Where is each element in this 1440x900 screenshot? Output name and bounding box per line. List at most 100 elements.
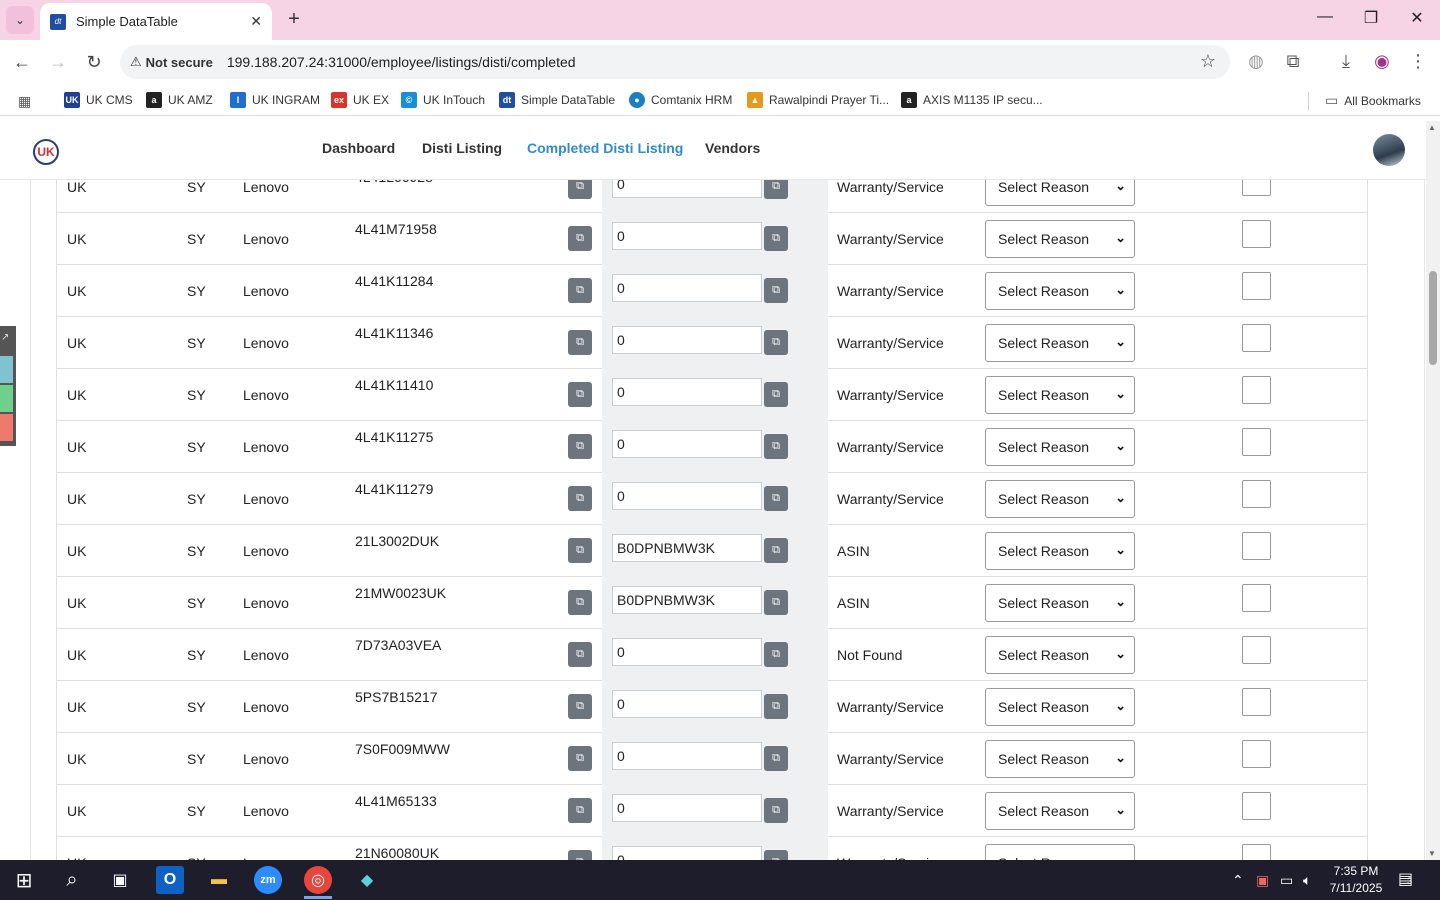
tab-close-icon[interactable]: ✕ bbox=[250, 13, 262, 30]
nav-completed-disti-listing[interactable]: Completed Disti Listing bbox=[527, 140, 683, 156]
reason-select[interactable]: Select Reason ⌄ bbox=[985, 480, 1135, 518]
expand-icon[interactable]: ↗ bbox=[1, 332, 9, 343]
reason-select[interactable]: Select Reason ⌄ bbox=[985, 532, 1135, 570]
row-checkbox[interactable] bbox=[1242, 844, 1271, 860]
app-diamond-icon[interactable]: ◆ bbox=[353, 866, 381, 894]
copy-part-button[interactable]: ⧉ bbox=[568, 694, 592, 719]
nav-dashboard[interactable]: Dashboard bbox=[322, 140, 395, 156]
widget-tab-red[interactable] bbox=[0, 414, 13, 441]
profile-icon[interactable]: ◉ bbox=[1370, 51, 1394, 72]
all-bookmarks-button[interactable]: ▭ All Bookmarks bbox=[1325, 92, 1421, 109]
copy-part-button[interactable]: ⧉ bbox=[568, 382, 592, 407]
row-checkbox[interactable] bbox=[1242, 220, 1271, 248]
row-checkbox[interactable] bbox=[1242, 688, 1271, 716]
reason-select[interactable]: Select Reason ⌄ bbox=[985, 636, 1135, 674]
widget-tab-blue[interactable] bbox=[0, 356, 13, 383]
copy-part-button[interactable]: ⧉ bbox=[568, 642, 592, 667]
row-checkbox[interactable] bbox=[1242, 584, 1271, 612]
side-toolbar-widget[interactable]: ↗ bbox=[0, 326, 16, 446]
bookmark-axis-camera[interactable]: a AXIS M1135 IP secu... bbox=[901, 92, 1043, 108]
copy-value-button[interactable]: ⧉ bbox=[764, 382, 788, 407]
tab-search-button[interactable]: ⌄ bbox=[6, 6, 34, 34]
row-checkbox[interactable] bbox=[1242, 792, 1271, 820]
copy-value-button[interactable]: ⧉ bbox=[764, 180, 788, 199]
asin-value-input[interactable] bbox=[612, 378, 762, 406]
copy-value-button[interactable]: ⧉ bbox=[764, 278, 788, 303]
zoom-icon[interactable]: zm bbox=[254, 866, 282, 894]
bookmark-star-icon[interactable]: ☆ bbox=[1200, 51, 1216, 72]
copy-value-button[interactable]: ⧉ bbox=[764, 590, 788, 615]
copy-part-button[interactable]: ⧉ bbox=[568, 278, 592, 303]
more-menu-icon[interactable]: ⋮ bbox=[1406, 51, 1430, 72]
bookmark-uk-amz[interactable]: a UK AMZ bbox=[146, 92, 213, 108]
asin-value-input[interactable] bbox=[612, 638, 762, 666]
reason-select[interactable]: Select Reason ⌄ bbox=[985, 272, 1135, 310]
translate-icon[interactable]: ◍ bbox=[1244, 51, 1268, 72]
not-secure-label[interactable]: Not secure bbox=[146, 55, 213, 70]
asin-value-input[interactable] bbox=[612, 690, 762, 718]
copy-part-button[interactable]: ⧉ bbox=[568, 226, 592, 251]
reason-select[interactable]: Select Reason ⌄ bbox=[985, 688, 1135, 726]
download-icon[interactable]: ⤓ bbox=[1334, 51, 1358, 72]
row-checkbox[interactable] bbox=[1242, 428, 1271, 456]
apps-grid-icon[interactable]: ▦ bbox=[18, 93, 31, 110]
scrollbar-thumb[interactable] bbox=[1429, 271, 1437, 365]
reason-select[interactable]: Select Reason ⌄ bbox=[985, 220, 1135, 258]
row-checkbox[interactable] bbox=[1242, 272, 1271, 300]
copy-part-button[interactable]: ⧉ bbox=[568, 590, 592, 615]
copy-value-button[interactable]: ⧉ bbox=[764, 538, 788, 563]
copy-value-button[interactable]: ⧉ bbox=[764, 746, 788, 771]
row-checkbox[interactable] bbox=[1242, 324, 1271, 352]
scroll-down-icon[interactable]: ▼ bbox=[1428, 849, 1436, 858]
bookmark-rawalpindi-prayer[interactable]: ▲ Rawalpindi Prayer Ti... bbox=[747, 92, 889, 108]
tray-chevron-up-icon[interactable]: ⌃ bbox=[1232, 872, 1244, 889]
copy-value-button[interactable]: ⧉ bbox=[764, 850, 788, 860]
forward-button[interactable]: → bbox=[46, 50, 70, 74]
reason-select[interactable]: Select Reason ⌄ bbox=[985, 324, 1135, 362]
asin-value-input[interactable] bbox=[612, 534, 762, 562]
maximize-button[interactable]: ❐ bbox=[1356, 8, 1386, 28]
copy-part-button[interactable]: ⧉ bbox=[568, 850, 592, 860]
outlook-icon[interactable]: O bbox=[156, 866, 184, 894]
asin-value-input[interactable] bbox=[612, 274, 762, 302]
row-checkbox[interactable] bbox=[1242, 180, 1271, 196]
widget-tab-green[interactable] bbox=[0, 385, 13, 412]
asin-value-input[interactable] bbox=[612, 180, 762, 198]
copy-value-button[interactable]: ⧉ bbox=[764, 486, 788, 511]
avatar[interactable] bbox=[1373, 134, 1405, 166]
page-scrollbar[interactable]: ▲ ▼ bbox=[1426, 121, 1440, 860]
reason-select[interactable]: Select Reason ⌄ bbox=[985, 428, 1135, 466]
copy-part-button[interactable]: ⧉ bbox=[568, 538, 592, 563]
bookmark-uk-intouch[interactable]: © UK InTouch bbox=[401, 92, 485, 108]
copy-value-button[interactable]: ⧉ bbox=[764, 330, 788, 355]
network-icon[interactable]: ▭ bbox=[1280, 872, 1293, 889]
reason-select[interactable]: Select Reason ⌄ bbox=[985, 376, 1135, 414]
row-checkbox[interactable] bbox=[1242, 740, 1271, 768]
extensions-icon[interactable]: ⧉ bbox=[1281, 51, 1305, 72]
asin-value-input[interactable] bbox=[612, 326, 762, 354]
nav-disti-listing[interactable]: Disti Listing bbox=[422, 140, 502, 156]
bookmark-uk-ingram[interactable]: I UK INGRAM bbox=[230, 92, 320, 108]
copy-part-button[interactable]: ⧉ bbox=[568, 180, 592, 199]
reason-select[interactable]: Select Reason ⌄ bbox=[985, 792, 1135, 830]
copy-part-button[interactable]: ⧉ bbox=[568, 330, 592, 355]
browser-tab[interactable]: dt Simple DataTable ✕ bbox=[40, 3, 272, 40]
address-bar[interactable]: ⚠ Not secure 199.188.207.24:31000/employ… bbox=[120, 45, 1230, 79]
row-checkbox[interactable] bbox=[1242, 636, 1271, 664]
back-button[interactable]: ← bbox=[10, 50, 34, 74]
new-tab-button[interactable]: + bbox=[282, 8, 306, 31]
bookmark-simple-datatable[interactable]: dt Simple DataTable bbox=[499, 92, 615, 108]
notifications-icon[interactable]: ▤3 bbox=[1398, 869, 1413, 889]
scroll-up-icon[interactable]: ▲ bbox=[1428, 123, 1436, 132]
asin-value-input[interactable] bbox=[612, 742, 762, 770]
reason-select[interactable]: Select Reason ⌄ bbox=[985, 180, 1135, 206]
chrome-icon[interactable]: ◎ bbox=[304, 866, 332, 894]
reason-select[interactable]: Select Reason ⌄ bbox=[985, 740, 1135, 778]
bookmark-comtanix-hrm[interactable]: ● Comtanix HRM bbox=[629, 92, 732, 108]
volume-icon[interactable]: 🔈︎ bbox=[1303, 872, 1311, 889]
asin-value-input[interactable] bbox=[612, 586, 762, 614]
reason-select[interactable]: Select Reason ⌄ bbox=[985, 584, 1135, 622]
copy-part-button[interactable]: ⧉ bbox=[568, 434, 592, 459]
uk-logo[interactable]: UK bbox=[33, 139, 59, 165]
copy-value-button[interactable]: ⧉ bbox=[764, 642, 788, 667]
